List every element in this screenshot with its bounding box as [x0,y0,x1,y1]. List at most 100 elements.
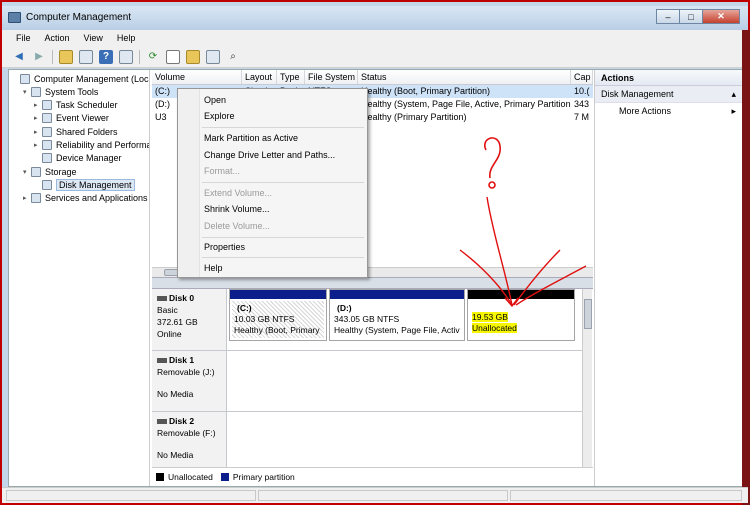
tree-item-label: Shared Folders [56,126,118,137]
minimize-button[interactable]: – [656,9,680,24]
search-icon[interactable]: ⌕ [226,50,240,64]
tree-item[interactable]: ▸ Services and Applications [23,192,148,205]
forward-icon[interactable]: ▶ [32,50,46,64]
tree-item-icon [42,113,52,124]
disk-name: Disk 1 [169,355,195,365]
expand-right-icon[interactable]: ▸ [34,114,42,122]
column-volume[interactable]: Volume [152,70,242,84]
actions-header: Actions [595,70,742,86]
disk-label: Disk 0 Basic 372.61 GB Online [152,289,227,350]
partition-label: (C:) [237,303,252,313]
tree-item[interactable]: ▸ Task Scheduler [34,99,118,112]
expand-right-icon[interactable]: ▸ [34,141,42,149]
column-layout[interactable]: Layout [242,70,277,84]
menu-item-mark-active[interactable]: Mark Partition as Active [204,133,298,143]
title-bar[interactable]: Computer Management – □ ✕ [2,6,748,30]
column-type[interactable]: Type [277,70,305,84]
volume-cell: Healthy (System, Page File, Active, Prim… [361,99,571,109]
menu-view[interactable]: View [84,33,103,43]
partition-unallocated[interactable]: 19.53 GB Unallocated [467,289,575,341]
menu-action[interactable]: Action [45,33,70,43]
disk-map-scrollbar[interactable] [582,289,592,467]
volume-cell: 343 [574,99,590,109]
up-folder-icon[interactable] [59,49,73,64]
column-file-system[interactable]: File System [305,70,358,84]
tree-item-icon [42,153,52,164]
partition-size: 19.53 GB [472,312,508,322]
refresh-icon[interactable]: ⟳ [146,50,160,64]
status-bar [2,487,748,503]
tree-item-icon [42,140,52,150]
menu-item-open[interactable]: Open [204,95,226,105]
disk-name: Disk 2 [169,416,195,426]
menu-item-format: Format... [204,166,241,176]
expand-down-icon[interactable]: ▾ [23,88,31,96]
tree-item-icon [31,86,41,97]
partition-label: (D:) [337,303,352,313]
menu-item-change-letter[interactable]: Change Drive Letter and Paths... [204,150,335,160]
volume-cell: Healthy (Primary Partition) [361,112,467,122]
back-icon[interactable]: ◀ [12,50,26,64]
disk-icon [157,296,167,302]
scroll-thumb[interactable] [584,299,592,329]
column-capacity[interactable]: Cap [571,70,593,84]
tree-item[interactable]: ▾ Storage [23,165,77,178]
expand-right-icon[interactable]: ▸ [34,101,42,109]
more-actions[interactable]: More Actions ▸ [595,103,742,120]
tree-item-icon [31,193,41,204]
partition-c[interactable]: (C:) 10.03 GB NTFS Healthy (Boot, Primar… [229,289,327,341]
tree-item-label: Computer Management (Local [34,73,150,84]
partition-d[interactable]: (D:) 343.05 GB NTFS Healthy (System, Pag… [329,289,465,341]
tree-item-icon [31,166,41,177]
tree-item-label: Services and Applications [45,193,148,204]
tree-item[interactable]: Device Manager [34,152,122,165]
show-hide-tree-icon[interactable] [79,49,93,64]
help-icon[interactable]: ? [99,49,113,64]
expand-right-icon[interactable]: ▸ [34,128,42,136]
disk-row-0[interactable]: Disk 0 Basic 372.61 GB Online (C:) 10.03… [152,289,582,351]
volume-cell: 7 M [574,112,590,122]
menu-file[interactable]: File [16,33,31,43]
disk-kind: Basic [157,305,178,315]
tree-item[interactable]: ▸ Shared Folders [34,125,118,138]
pane-splitter[interactable] [152,277,593,289]
menu-separator [202,237,364,238]
tree-item[interactable]: ▸ Event Viewer [34,112,109,125]
expand-down-icon[interactable]: ▾ [23,168,31,176]
partition-size: 10.03 GB NTFS [234,314,295,324]
volume-cell: Healthy (Boot, Primary Partition) [361,86,491,96]
menu-item-extend: Extend Volume... [204,188,273,198]
disk-row-2[interactable]: Disk 2 Removable (F:) No Media [152,412,582,467]
legend-swatch-unallocated [156,473,164,481]
toolbar-separator [139,49,140,64]
status-cell [258,490,508,501]
menu-item-explore[interactable]: Explore [204,111,235,121]
tree-item-icon [42,126,52,137]
export-icon[interactable] [166,49,180,64]
close-button[interactable]: ✕ [702,9,740,24]
expand-right-icon[interactable]: ▸ [23,194,31,202]
menu-item-properties[interactable]: Properties [204,242,245,252]
console-icon[interactable] [119,49,133,64]
tree-item[interactable]: Disk Management [34,178,135,191]
menu-help[interactable]: Help [117,33,136,43]
disk-row-1[interactable]: Disk 1 Removable (J:) No Media [152,351,582,412]
partition-body: 19.53 GB Unallocated [468,299,574,338]
legend-primary: Primary partition [232,472,295,482]
menu-item-shrink[interactable]: Shrink Volume... [204,204,270,214]
properties-icon[interactable] [186,49,200,64]
disk-state: Online [157,329,182,339]
menu-item-help[interactable]: Help [204,263,223,273]
main-area: Computer Management (Local ▾ System Tools ▸… [8,69,742,487]
collapse-icon[interactable]: ▴ [731,89,736,99]
menu-separator [202,127,364,128]
column-status[interactable]: Status [358,70,571,84]
actions-section[interactable]: Disk Management ▴ [595,86,742,103]
maximize-button[interactable]: □ [679,9,703,24]
tree-item[interactable]: Computer Management (Local [12,72,150,85]
tree-item[interactable]: ▸ Reliability and Performa [34,139,149,152]
tree-item[interactable]: ▾ System Tools [23,85,98,98]
open-icon[interactable] [206,49,220,64]
disk-state: No Media [157,450,194,460]
navigation-tree: Computer Management (Local ▾ System Tools ▸… [9,70,150,486]
